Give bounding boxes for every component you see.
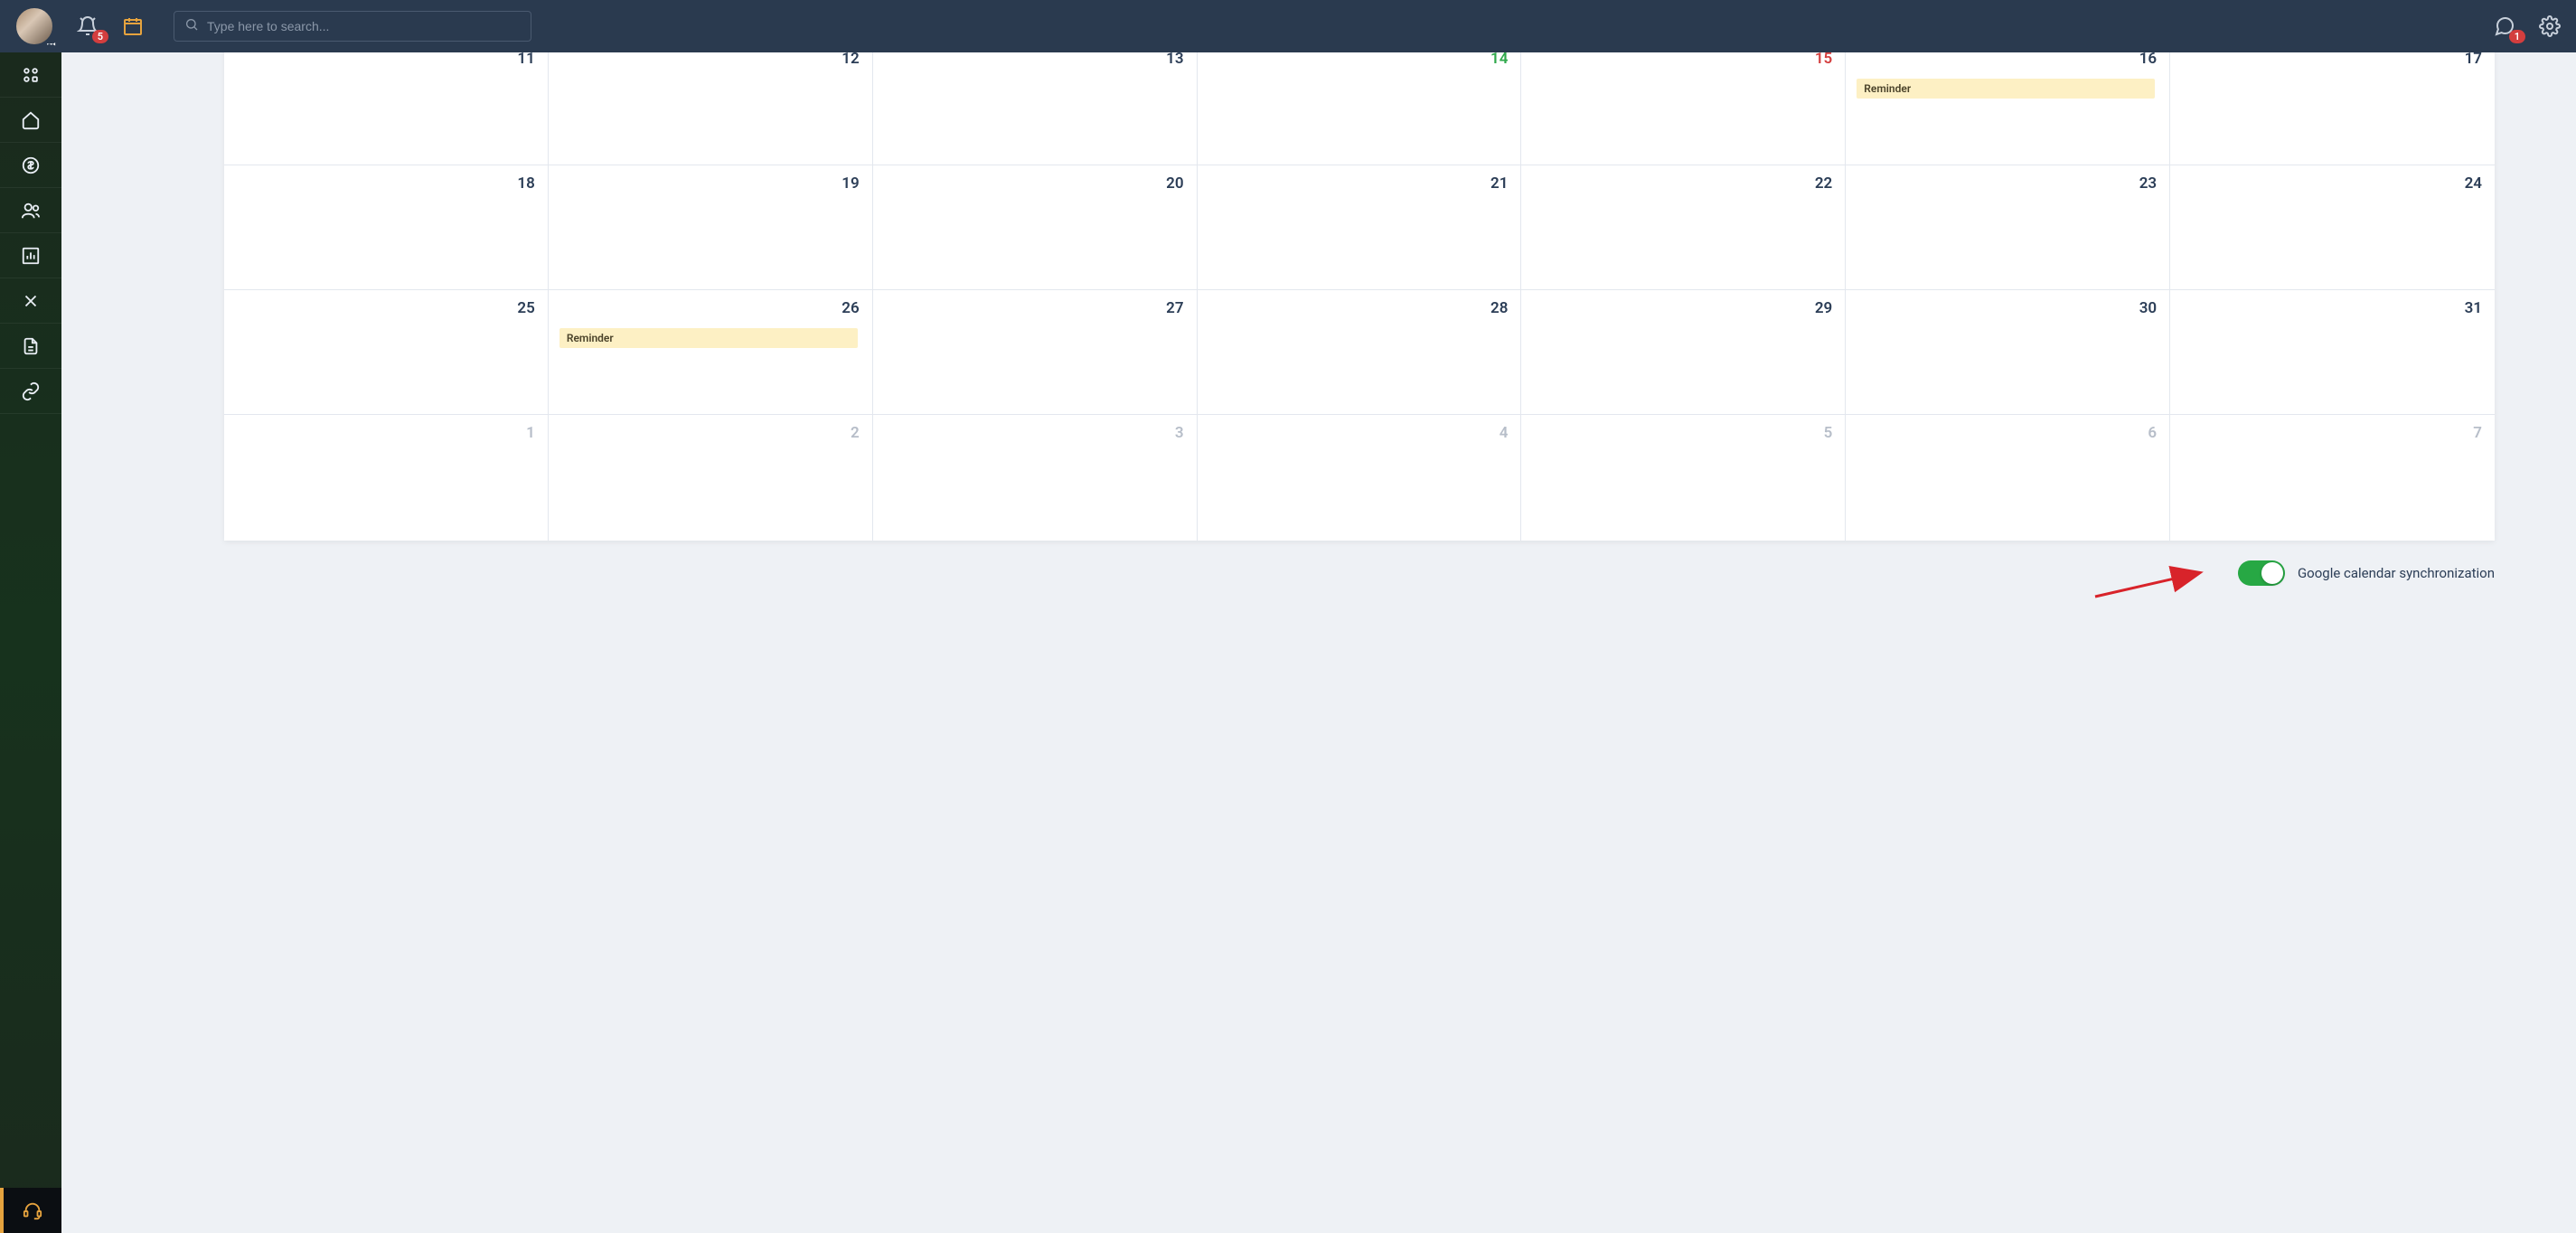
sync-toggle[interactable] — [2238, 560, 2285, 586]
day-number: 14 — [1490, 52, 1508, 68]
sidenav-item-people[interactable] — [0, 188, 61, 233]
day-number: 17 — [2465, 52, 2482, 68]
day-number: 23 — [2139, 174, 2157, 193]
calendar-cell[interactable]: 29 — [1521, 289, 1846, 414]
calendar-cell[interactable]: 1 — [224, 414, 549, 541]
day-number: 3 — [1175, 424, 1184, 442]
calendar-cell[interactable]: 27 — [873, 289, 1198, 414]
topbar: 5 1 — [0, 0, 2576, 52]
sidenav-item-apps[interactable] — [0, 52, 61, 98]
day-number: 12 — [841, 52, 859, 68]
calendar-cell[interactable]: 21 — [1198, 165, 1522, 289]
calendar-cell[interactable]: 12 — [549, 52, 873, 165]
day-number: 31 — [2465, 299, 2482, 317]
sidenav-item-chart[interactable] — [0, 233, 61, 278]
sidenav-item-doc[interactable] — [0, 324, 61, 369]
messages-badge: 1 — [2509, 30, 2525, 43]
sync-row: Google calendar synchronization — [224, 560, 2495, 586]
day-number: 25 — [517, 299, 534, 317]
sidenav — [0, 52, 61, 1233]
day-number: 22 — [1815, 174, 1832, 193]
calendar-cell[interactable]: 18 — [224, 165, 549, 289]
calendar-cell[interactable]: 28 — [1198, 289, 1522, 414]
calendar-cell[interactable]: 30 — [1846, 289, 2170, 414]
sidenav-item-link[interactable] — [0, 369, 61, 414]
day-number: 15 — [1815, 52, 1832, 68]
day-number: 24 — [2465, 174, 2482, 193]
day-number: 6 — [2148, 424, 2157, 442]
day-number: 30 — [2139, 299, 2157, 317]
sidenav-spacer — [0, 414, 61, 1188]
calendar-grid: 111213141516Reminder17181920212223242526… — [224, 52, 2495, 541]
search-icon — [184, 17, 199, 35]
calendar-cell[interactable]: 7 — [2170, 414, 2495, 541]
day-number: 5 — [1824, 424, 1833, 442]
search-wrap — [174, 11, 531, 42]
sync-label: Google calendar synchronization — [2298, 565, 2495, 581]
sidenav-item-support[interactable] — [0, 1188, 61, 1233]
calendar-icon[interactable] — [121, 14, 145, 38]
day-number: 21 — [1490, 174, 1508, 193]
calendar-cell[interactable]: 4 — [1198, 414, 1522, 541]
sidenav-item-tools[interactable] — [0, 278, 61, 324]
calendar-cell[interactable]: 3 — [873, 414, 1198, 541]
sidenav-item-finance[interactable] — [0, 143, 61, 188]
day-number: 16 — [2139, 52, 2157, 68]
calendar-cell[interactable]: 23 — [1846, 165, 2170, 289]
notifications-badge: 5 — [92, 30, 108, 43]
calendar-cell[interactable]: 26 Reminder — [549, 289, 873, 414]
avatar[interactable] — [14, 6, 54, 46]
day-number: 20 — [1166, 174, 1183, 193]
day-number: 7 — [2473, 424, 2482, 442]
day-number: 13 — [1166, 52, 1183, 68]
notifications-icon[interactable]: 5 — [76, 14, 99, 38]
shell: 111213141516Reminder17181920212223242526… — [0, 52, 2576, 1233]
day-number: 27 — [1166, 299, 1183, 317]
calendar-cell[interactable]: 13 — [873, 52, 1198, 165]
calendar-cell[interactable]: 20 — [873, 165, 1198, 289]
day-number: 26 — [841, 299, 859, 317]
day-number: 18 — [517, 174, 534, 193]
messages-icon[interactable]: 1 — [2493, 14, 2516, 38]
content: 111213141516Reminder17181920212223242526… — [61, 52, 2576, 1233]
calendar-cell[interactable]: 11 — [224, 52, 549, 165]
calendar-cell[interactable]: 14 — [1198, 52, 1522, 165]
day-number: 4 — [1500, 424, 1509, 442]
sidenav-item-home[interactable] — [0, 98, 61, 143]
search-input[interactable] — [174, 11, 531, 42]
arrow-annotation — [2092, 564, 2209, 600]
day-number: 28 — [1490, 299, 1508, 317]
calendar-cell[interactable]: 25 — [224, 289, 549, 414]
calendar-cell[interactable]: 16 Reminder — [1846, 52, 2170, 165]
calendar-cell[interactable]: 2 — [549, 414, 873, 541]
calendar-cell[interactable]: 22 — [1521, 165, 1846, 289]
day-number: 29 — [1815, 299, 1832, 317]
calendar-cell[interactable]: 17 — [2170, 52, 2495, 165]
calendar-cell[interactable]: 31 — [2170, 289, 2495, 414]
day-number: 2 — [851, 424, 860, 442]
day-number: 11 — [517, 52, 534, 68]
calendar-cell[interactable]: 6 — [1846, 414, 2170, 541]
settings-icon[interactable] — [2538, 14, 2562, 38]
calendar-panel: 111213141516Reminder17181920212223242526… — [224, 52, 2495, 541]
calendar-cell[interactable]: 19 — [549, 165, 873, 289]
event-pill[interactable]: Reminder — [1857, 79, 2155, 99]
calendar-cell[interactable]: 24 — [2170, 165, 2495, 289]
calendar-cell[interactable]: 5 — [1521, 414, 1846, 541]
event-pill[interactable]: Reminder — [559, 328, 858, 348]
toggle-knob — [2261, 562, 2283, 584]
pin-icon — [45, 37, 58, 50]
calendar-cell[interactable]: 15 — [1521, 52, 1846, 165]
day-number: 1 — [526, 424, 535, 442]
day-number: 19 — [841, 174, 859, 193]
